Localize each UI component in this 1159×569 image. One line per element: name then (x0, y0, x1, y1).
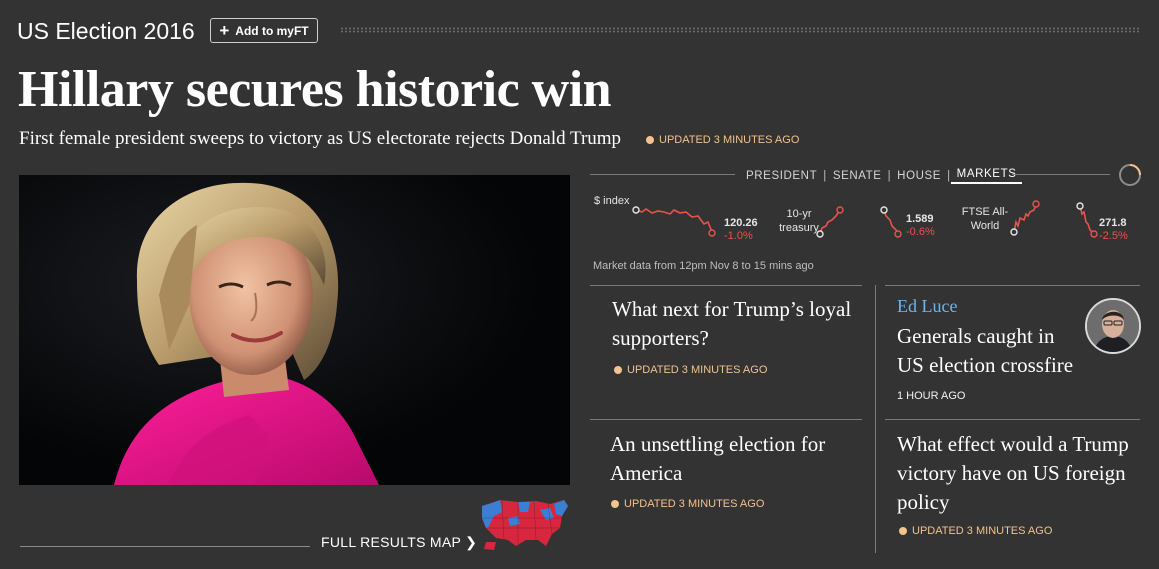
tab-markets[interactable]: MARKETS (950, 168, 1023, 184)
author-name[interactable]: Ed Luce (897, 296, 957, 317)
plus-icon: + (219, 21, 230, 40)
updated-dot-icon (646, 136, 654, 144)
tabs-divider-left (590, 174, 735, 175)
lead-updated-timestamp: UPDATED 3 MINUTES AGO (646, 134, 799, 146)
market-value-dollar-index: 120.26 (724, 217, 758, 229)
column-divider (875, 285, 876, 553)
section-title[interactable]: US Election 2016 (17, 18, 195, 45)
portrait-illustration (19, 175, 570, 485)
story-headline[interactable]: Generals caught in US election crossfire (897, 322, 1082, 380)
author-avatar[interactable] (1085, 298, 1141, 354)
tab-house[interactable]: HOUSE (891, 170, 947, 182)
story-updated-text: UPDATED 3 MINUTES AGO (627, 364, 768, 376)
refresh-spinner-icon (1118, 163, 1142, 192)
add-to-myft-button[interactable]: + Add to myFT (210, 18, 318, 43)
lead-standfirst: First female president sweeps to victory… (19, 128, 622, 149)
treasury-change-sparkline (880, 206, 902, 238)
market-change-10yr-treasury: -0.6% (906, 226, 935, 238)
map-divider (20, 546, 310, 547)
story-updated-text: UPDATED 3 MINUTES AGO (624, 498, 765, 510)
story-updated-timestamp: UPDATED 3 MINUTES AGO (614, 364, 767, 376)
story-divider (590, 419, 862, 420)
full-results-map-link[interactable]: FULL RESULTS MAP ❯ (321, 534, 477, 551)
updated-dot-icon (899, 527, 907, 535)
market-change-ftse-all-world: -2.5% (1099, 230, 1128, 242)
results-tabs: PRESIDENT | SENATE | HOUSE | MARKETS (740, 168, 1023, 184)
market-label-dollar-index: $ index (594, 195, 630, 207)
treasury-sparkline (816, 206, 844, 238)
story-divider (590, 285, 862, 286)
story-headline[interactable]: What effect would a Trump victory have o… (897, 430, 1137, 517)
story-updated-text: UPDATED 3 MINUTES AGO (912, 525, 1053, 537)
ftse-sparkline (1010, 200, 1040, 236)
dotted-divider (340, 27, 1140, 33)
tab-senate[interactable]: SENATE (827, 170, 888, 182)
us-map-icon (482, 499, 568, 550)
story-divider (885, 419, 1140, 420)
story-divider (885, 285, 1140, 286)
story-timestamp: 1 HOUR AGO (897, 390, 966, 402)
market-data-note: Market data from 12pm Nov 8 to 15 mins a… (593, 260, 814, 272)
tab-president[interactable]: PRESIDENT (740, 170, 823, 182)
lead-headline[interactable]: Hillary secures historic win (18, 60, 612, 119)
dollar-index-sparkline (632, 206, 716, 237)
story-updated-timestamp: UPDATED 3 MINUTES AGO (611, 498, 764, 510)
market-label-ftse-all-world: FTSE All-World (961, 206, 1009, 232)
author-portrait (1087, 300, 1139, 352)
add-to-myft-label: Add to myFT (235, 23, 309, 38)
lead-photo[interactable] (19, 175, 570, 485)
ftse-change-sparkline (1076, 202, 1098, 238)
lead-updated-text: UPDATED 3 MINUTES AGO (659, 134, 800, 146)
us-results-map-thumbnail[interactable] (478, 494, 570, 557)
updated-dot-icon (611, 500, 619, 508)
tabs-divider-right (1012, 174, 1110, 175)
story-updated-timestamp: UPDATED 3 MINUTES AGO (899, 525, 1052, 537)
story-headline[interactable]: What next for Trump’s loyal supporters? (612, 295, 857, 353)
market-value-ftse-all-world: 271.8 (1099, 217, 1127, 229)
story-headline[interactable]: An unsettling election for America (610, 430, 860, 488)
market-value-10yr-treasury: 1.589 (906, 213, 934, 225)
market-change-dollar-index: -1.0% (724, 230, 753, 242)
updated-dot-icon (614, 366, 622, 374)
